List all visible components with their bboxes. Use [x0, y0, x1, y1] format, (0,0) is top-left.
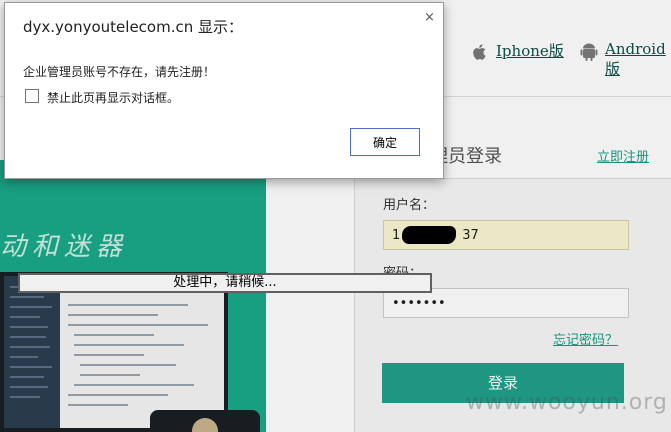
- apple-icon: [473, 44, 486, 60]
- username-value-suffix: 37: [462, 228, 479, 243]
- username-label: 用户名：: [383, 198, 436, 213]
- ok-button[interactable]: 确定: [350, 128, 420, 156]
- suppress-dialogs-checkbox[interactable]: [25, 89, 39, 103]
- phone-illustration: [150, 410, 260, 432]
- browser-viewport: Iphone版 Android版 动和迷器 理员登录 立即注册 用户名： 1 3…: [0, 0, 671, 432]
- redaction-mark: [402, 226, 456, 244]
- forgot-password-link[interactable]: 忘记密码？: [553, 329, 618, 348]
- iphone-download-link[interactable]: Iphone版: [496, 40, 564, 61]
- username-value-prefix: 1: [392, 228, 401, 243]
- screen-sidebar: [4, 276, 60, 428]
- register-link[interactable]: 立即注册: [597, 146, 649, 165]
- suppress-dialogs-label[interactable]: 禁止此页再显示对话框。: [47, 89, 179, 106]
- dialog-title: dyx.yonyoutelecom.cn 显示：: [23, 18, 243, 36]
- close-icon[interactable]: ×: [424, 10, 435, 25]
- avatar: [192, 418, 218, 432]
- watermark: www.wooyun.org: [466, 390, 668, 415]
- hero-slogan: 动和迷器: [0, 232, 129, 262]
- laptop-screen: [4, 276, 224, 428]
- dialog-message: 企业管理员账号不存在，请先注册！: [23, 65, 216, 79]
- laptop-illustration: [0, 272, 228, 432]
- android-icon: [580, 43, 598, 61]
- android-download-link[interactable]: Android版: [605, 40, 671, 79]
- alert-dialog: dyx.yonyoutelecom.cn 显示： × 企业管理员账号不存在，请先…: [4, 2, 444, 179]
- processing-banner: 处理中，请稍候...: [18, 273, 432, 293]
